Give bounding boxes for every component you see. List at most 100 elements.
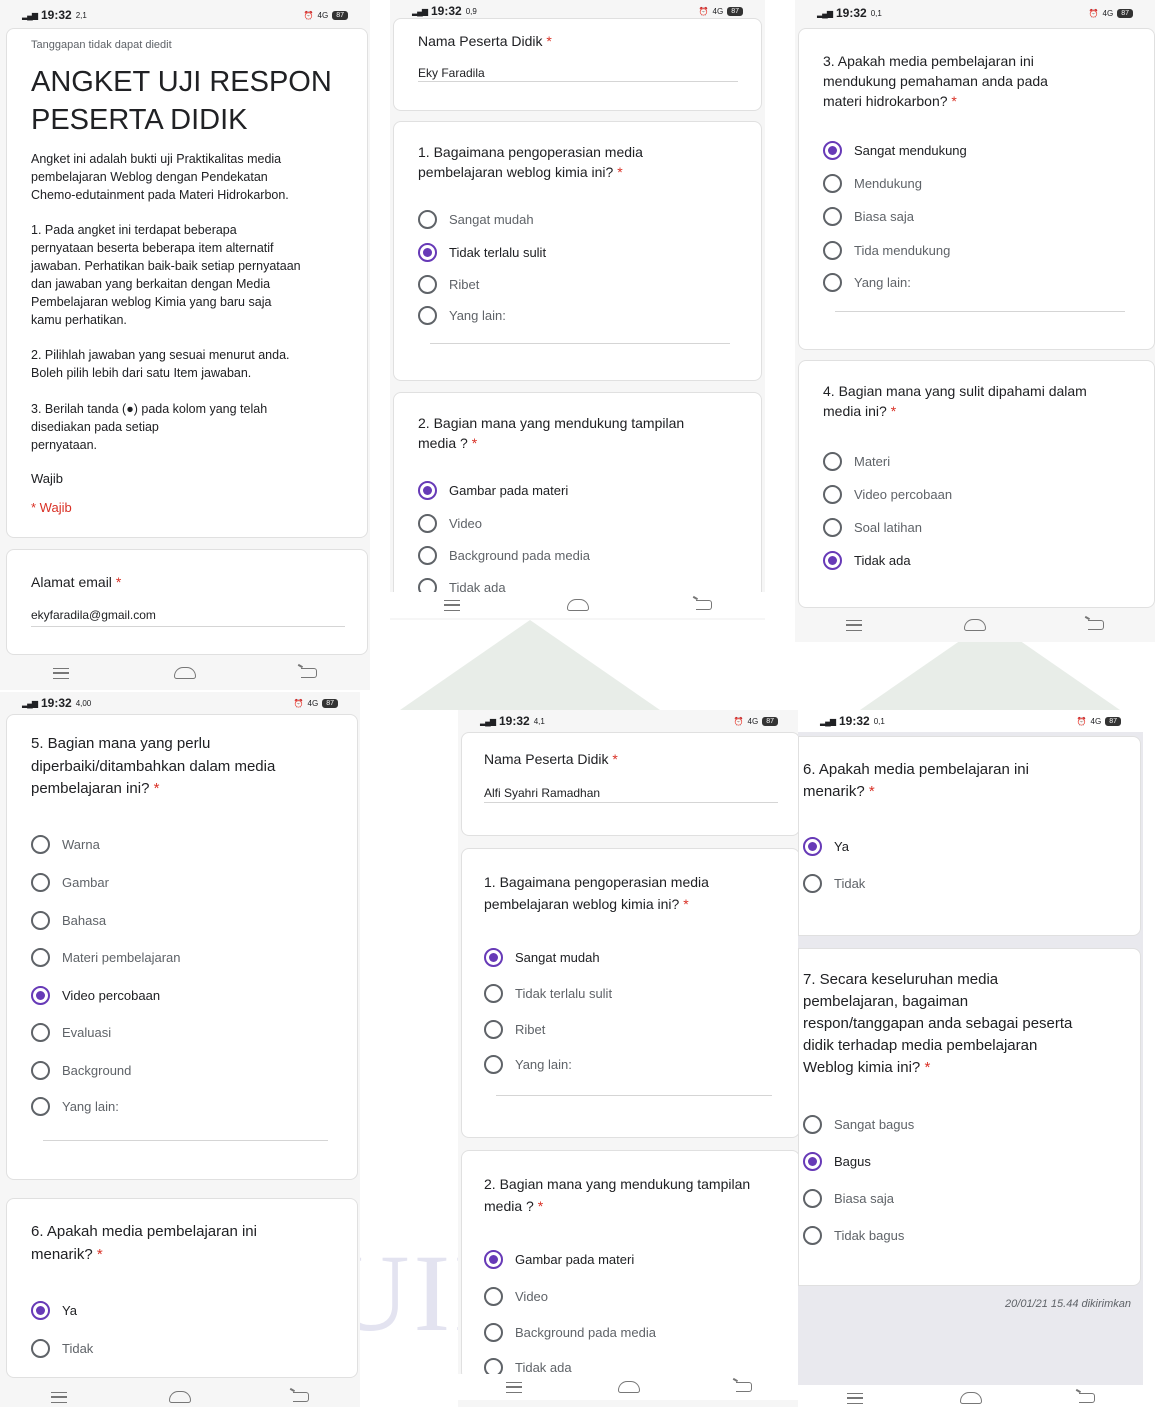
battery-icon: 87: [1105, 716, 1121, 726]
alarm-icon: ⏰: [303, 10, 314, 20]
option-background-pada-media[interactable]: Background pada media: [484, 1323, 656, 1342]
radio-icon: [418, 275, 437, 294]
option-bagus[interactable]: Bagus: [803, 1152, 871, 1171]
option-sangat-mendukung[interactable]: Sangat mendukung: [823, 141, 967, 160]
radio-icon: [31, 1097, 50, 1116]
nav-bar: [390, 592, 765, 618]
option-soal-latihan[interactable]: Soal latihan: [823, 518, 922, 537]
option-materi[interactable]: Materi: [823, 452, 890, 471]
home-icon[interactable]: [169, 1391, 191, 1403]
option-video[interactable]: Video: [418, 514, 482, 533]
option-video[interactable]: Video: [484, 1287, 548, 1306]
nav-bar: [798, 1385, 1143, 1407]
question-3-card: 3. Apakah media pembelajaran ini menduku…: [798, 28, 1155, 350]
name-underline: [418, 81, 738, 82]
question-6-card: 6. Apakah media pembelajaran ini menarik…: [798, 736, 1141, 936]
menu-icon[interactable]: [506, 1381, 522, 1393]
radio-selected-icon: [484, 948, 503, 967]
radio-selected-icon: [823, 551, 842, 570]
signal-icon: ▂▄▆: [22, 10, 38, 20]
option-materi-pembelajaran[interactable]: Materi pembelajaran: [31, 948, 181, 967]
back-icon[interactable]: [736, 1382, 752, 1392]
back-icon[interactable]: [293, 1392, 309, 1402]
option-ya[interactable]: Ya: [803, 837, 849, 856]
name-field[interactable]: Eky Faradila: [418, 66, 485, 80]
option-yang-lain[interactable]: Yang lain:: [31, 1097, 119, 1116]
question-6-text: 6. Apakah media pembelajaran ini menarik…: [803, 761, 1029, 800]
option-background[interactable]: Background: [31, 1061, 131, 1080]
option-yang-lain[interactable]: Yang lain:: [418, 306, 506, 325]
option-gambar-pada-materi[interactable]: Gambar pada materi: [418, 481, 568, 500]
option-tidak[interactable]: Tidak: [31, 1339, 93, 1358]
menu-icon[interactable]: [51, 1391, 67, 1403]
back-icon[interactable]: [1088, 620, 1104, 630]
home-icon[interactable]: [618, 1381, 640, 1393]
option-tidak-ada[interactable]: Tidak ada: [823, 551, 911, 570]
name-label: Nama Peserta Didik: [418, 33, 543, 49]
menu-icon[interactable]: [846, 1392, 863, 1404]
option-warna[interactable]: Warna: [31, 835, 100, 854]
back-icon[interactable]: [1078, 1393, 1095, 1403]
home-icon[interactable]: [964, 619, 986, 631]
menu-icon[interactable]: [52, 667, 69, 679]
alarm-icon: ⏰: [1076, 716, 1087, 726]
radio-icon: [484, 1020, 503, 1039]
option-tidak-terlalu-sulit[interactable]: Tidak terlalu sulit: [418, 243, 546, 262]
option-ya[interactable]: Ya: [31, 1301, 77, 1320]
option-mendukung[interactable]: Mendukung: [823, 174, 922, 193]
radio-icon: [484, 1287, 503, 1306]
alarm-icon: ⏰: [733, 716, 744, 726]
option-ribet[interactable]: Ribet: [418, 275, 479, 294]
question-5-text: 5. Bagian mana yang perlu diperbaiki/dit…: [31, 735, 276, 797]
menu-icon[interactable]: [846, 619, 862, 631]
radio-icon: [484, 984, 503, 1003]
question-6-text: 6. Apakah media pembelajaran ini menarik…: [31, 1223, 257, 1263]
home-icon[interactable]: [566, 599, 589, 611]
radio-icon: [31, 1023, 50, 1042]
signal-icon: ▂▄▆: [22, 698, 38, 708]
option-biasa-saja[interactable]: Biasa saja: [803, 1189, 894, 1208]
radio-icon: [803, 874, 822, 893]
back-icon[interactable]: [695, 600, 712, 610]
radio-icon: [31, 948, 50, 967]
question-2-text: 2. Bagian mana yang mendukung tampilan m…: [418, 415, 685, 451]
option-tidak-terlalu-sulit[interactable]: Tidak terlalu sulit: [484, 984, 612, 1003]
option-video-percobaan[interactable]: Video percobaan: [31, 986, 160, 1005]
option-sangat-bagus[interactable]: Sangat bagus: [803, 1115, 914, 1134]
option-gambar[interactable]: Gambar: [31, 873, 109, 892]
option-sangat-mudah[interactable]: Sangat mudah: [484, 948, 600, 967]
nav-bar: [0, 660, 370, 686]
back-icon[interactable]: [301, 668, 318, 678]
option-video-percobaan[interactable]: Video percobaan: [823, 485, 952, 504]
home-icon[interactable]: [173, 667, 196, 679]
radio-icon: [31, 873, 50, 892]
radio-icon: [823, 452, 842, 471]
option-sangat-mudah[interactable]: Sangat mudah: [418, 210, 534, 229]
radio-icon: [823, 174, 842, 193]
radio-icon: [418, 514, 437, 533]
home-icon[interactable]: [959, 1392, 982, 1404]
question-5-card: 5. Bagian mana yang perlu diperbaiki/dit…: [6, 714, 358, 1180]
radio-icon: [418, 546, 437, 565]
option-background-pada-media[interactable]: Background pada media: [418, 546, 590, 565]
option-evaluasi[interactable]: Evaluasi: [31, 1023, 111, 1042]
option-yang-lain[interactable]: Yang lain:: [823, 273, 911, 292]
option-yang-lain[interactable]: Yang lain:: [484, 1055, 572, 1074]
email-field[interactable]: ekyfaradila@gmail.com: [31, 608, 156, 622]
option-gambar-pada-materi[interactable]: Gambar pada materi: [484, 1250, 634, 1269]
radio-selected-icon: [803, 837, 822, 856]
radio-icon: [31, 1061, 50, 1080]
option-bahasa[interactable]: Bahasa: [31, 911, 106, 930]
option-tida-mendukung[interactable]: Tida mendukung: [823, 241, 950, 260]
option-ribet[interactable]: Ribet: [484, 1020, 545, 1039]
signal-icon: ▂▄▆: [820, 716, 836, 726]
name-field[interactable]: Alfi Syahri Ramadhan: [484, 786, 600, 800]
radio-selected-icon: [823, 141, 842, 160]
option-biasa-saja[interactable]: Biasa saja: [823, 207, 914, 226]
name-underline: [484, 802, 778, 803]
menu-icon[interactable]: [443, 599, 460, 611]
battery-icon: 87: [322, 698, 338, 708]
option-tidak[interactable]: Tidak: [803, 874, 865, 893]
form-title: ANGKET UJI RESPON PESERTA DIDIK: [31, 66, 332, 136]
option-tidak-bagus[interactable]: Tidak bagus: [803, 1226, 904, 1245]
